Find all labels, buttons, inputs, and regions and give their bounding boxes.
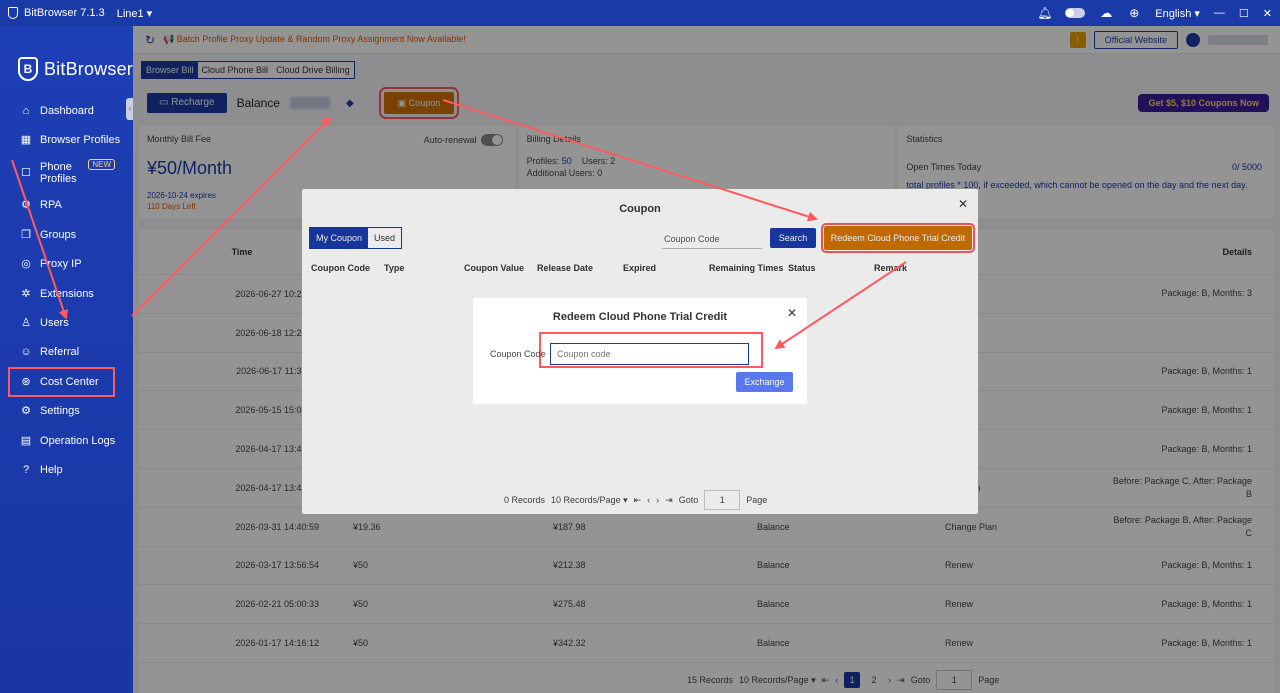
settings-icon: ⚙	[21, 405, 31, 418]
sidebar-item-settings[interactable]: ⚙ Settings	[0, 397, 133, 426]
app-title: BitBrowser 7.1.3	[24, 7, 105, 19]
sidebar-item-referral[interactable]: ☺ Referral	[0, 338, 133, 367]
cloud-icon[interactable]: ☁	[1099, 6, 1113, 20]
brand: B BitBrowser	[0, 26, 133, 90]
theme-toggle[interactable]	[1065, 8, 1086, 18]
exchange-button[interactable]: Exchange	[736, 372, 793, 392]
sidebar-item-extensions[interactable]: ✲ Extensions	[0, 279, 133, 308]
sidebar-item-help[interactable]: ? Help	[0, 455, 133, 484]
referral-icon: ☺	[20, 346, 32, 359]
sidebar-item-groups[interactable]: ❒ Groups	[0, 220, 133, 249]
language-selector[interactable]: English ▾	[1155, 7, 1200, 20]
sidebar-item-rpa[interactable]: ⚙ RPA	[0, 191, 133, 220]
sidebar: B BitBrowser ⌂ Dashboard ▦ Browser Profile…	[0, 26, 134, 693]
extensions-icon: ✲	[21, 287, 31, 300]
bell-icon[interactable]: 🔔︎	[1037, 6, 1052, 20]
cost-center-icon: ⊛	[21, 375, 31, 388]
sidebar-item-cost-center[interactable]: ⊛ Cost Center	[8, 367, 115, 397]
coupon-code-input[interactable]	[550, 343, 749, 365]
title-bar: BitBrowser 7.1.3 Line1 ▾ 🔔︎ ☁ ⊕ English …	[0, 0, 1280, 26]
sidebar-item-dashboard[interactable]: ⌂ Dashboard	[0, 96, 133, 125]
sidebar-item-users[interactable]: ♙ Users	[0, 308, 133, 337]
users-icon: ♙	[21, 317, 31, 330]
minimize-button[interactable]: —	[1214, 7, 1225, 19]
proxy-icon: ◎	[21, 258, 31, 271]
line-selector[interactable]: Line1 ▾	[117, 7, 153, 20]
home-icon: ⌂	[22, 104, 30, 117]
coupon-code-label: Coupon Code	[490, 349, 546, 359]
close-icon[interactable]: ✕	[787, 306, 797, 320]
app-logo-icon	[8, 7, 18, 19]
phone-icon: ☐	[21, 166, 31, 179]
logs-icon: ▤	[20, 434, 32, 447]
sidebar-item-phone-profiles[interactable]: ☐ Phone Profiles NEW	[0, 155, 133, 191]
maximize-button[interactable]: ☐	[1239, 7, 1249, 20]
grid-icon: ▦	[20, 134, 32, 147]
brand-logo-icon: B	[18, 57, 38, 81]
redeem-dialog-title: Redeem Cloud Phone Trial Credit	[552, 311, 728, 323]
sidebar-item-browser-profiles[interactable]: ▦ Browser Profiles	[0, 125, 133, 154]
redeem-dialog: Redeem Cloud Phone Trial Credit ✕ Coupon…	[473, 298, 807, 404]
globe-icon: ⊕	[1129, 6, 1140, 20]
close-window-button[interactable]: ✕	[1263, 7, 1272, 20]
groups-icon: ❒	[21, 228, 31, 241]
sidebar-item-operation-logs[interactable]: ▤ Operation Logs	[0, 426, 133, 455]
help-icon: ?	[22, 463, 30, 476]
new-badge: NEW	[88, 158, 115, 170]
sidebar-nav: ⌂ Dashboard ▦ Browser Profiles ☐ Phone Prof…	[0, 96, 133, 485]
robot-icon: ⚙	[21, 199, 31, 212]
brand-name: BitBrowser	[43, 58, 133, 79]
sidebar-item-proxy-ip[interactable]: ◎ Proxy IP	[0, 250, 133, 279]
